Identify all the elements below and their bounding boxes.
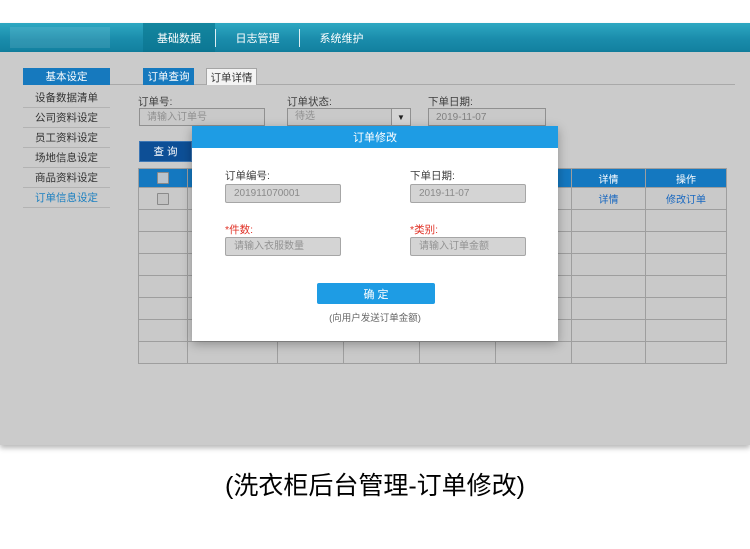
chevron-down-icon[interactable]: ▼ [391, 109, 410, 125]
header-action: 操作 [646, 169, 727, 188]
sidebar-item-employee-profile[interactable]: 员工资料设定 [23, 128, 110, 148]
select-all-checkbox[interactable] [157, 172, 169, 184]
detail-link[interactable]: 详情 [599, 195, 619, 206]
modify-order-link[interactable]: 修改订单 [666, 195, 706, 206]
order-status-label: 订单状态: [287, 94, 332, 109]
nav-tab-basic-data[interactable]: 基础数据 [143, 23, 215, 52]
modal-hint: (向用户发送订单金额) [192, 310, 558, 324]
nav-tabs: 基础数据 日志管理 系统维护 [143, 23, 383, 52]
confirm-button[interactable]: 确定 [317, 283, 435, 304]
category-input[interactable] [410, 237, 526, 256]
order-id-label: 订单编号: [225, 168, 270, 183]
order-date-label: 下单日期: [428, 94, 473, 109]
nav-tab-system-maintenance[interactable]: 系统维护 [300, 23, 383, 52]
tab-underline [110, 84, 735, 85]
order-status-select[interactable]: 待选 ▼ [287, 108, 411, 126]
sidebar-header-basic-settings[interactable]: 基本设定 [23, 68, 110, 85]
logo-area [10, 27, 110, 48]
order-no-input[interactable] [139, 108, 265, 126]
order-no-label: 订单号: [138, 94, 172, 109]
header-select-cell [139, 169, 188, 188]
page: 基础数据 日志管理 系统维护 基本设定 设备数据清单 公司资料设定 员工资料设定… [0, 0, 750, 549]
table-row [139, 342, 727, 364]
tab-order-detail[interactable]: 订单详情 [206, 68, 257, 85]
tab-order-query[interactable]: 订单查询 [143, 68, 194, 85]
count-label: *件数: [225, 222, 253, 237]
modal-order-date-input[interactable] [410, 184, 526, 203]
top-navbar: 基础数据 日志管理 系统维护 [0, 23, 750, 52]
category-label: *类别: [410, 222, 438, 237]
content-area: 基本设定 设备数据清单 公司资料设定 员工资料设定 场地信息设定 商品资料设定 … [0, 52, 750, 445]
sidebar-item-product-profile[interactable]: 商品资料设定 [23, 168, 110, 188]
sidebar-item-device-data-list[interactable]: 设备数据清单 [23, 88, 110, 108]
header-detail: 详情 [572, 169, 646, 188]
sidebar-item-company-profile[interactable]: 公司资料设定 [23, 108, 110, 128]
order-date-input[interactable] [428, 108, 546, 126]
order-edit-modal: 订单修改 订单编号: 下单日期: *件数: *类别: 确定 (向用户发送订单金额… [192, 126, 558, 341]
row-checkbox[interactable] [157, 193, 169, 205]
order-status-value: 待选 [288, 109, 391, 125]
nav-tab-log-management[interactable]: 日志管理 [216, 23, 299, 52]
query-button[interactable]: 查询 [139, 141, 192, 162]
count-input[interactable] [225, 237, 341, 256]
modal-title: 订单修改 [192, 126, 558, 148]
order-id-input[interactable] [225, 184, 341, 203]
sidebar-menu: 设备数据清单 公司资料设定 员工资料设定 场地信息设定 商品资料设定 订单信息设… [23, 88, 110, 208]
modal-order-date-label: 下单日期: [410, 168, 455, 183]
page-caption: (洗衣柜后台管理-订单修改) [0, 466, 750, 502]
sidebar-item-order-info[interactable]: 订单信息设定 [23, 188, 110, 208]
sidebar-item-site-info[interactable]: 场地信息设定 [23, 148, 110, 168]
